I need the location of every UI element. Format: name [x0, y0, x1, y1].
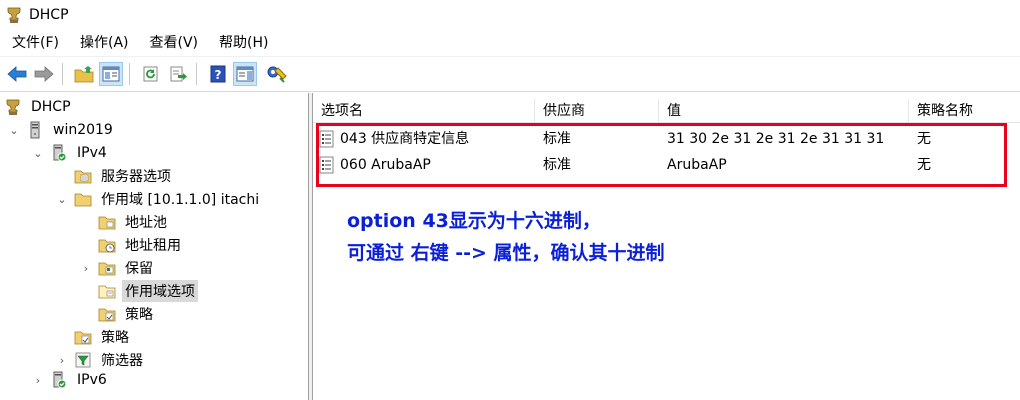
forward-icon — [34, 66, 54, 82]
option-name: 043 供应商特定信息 — [340, 131, 470, 147]
collapse-chevron-icon[interactable]: ⌄ — [8, 124, 20, 137]
tree-label: 地址池 — [125, 215, 167, 231]
up-folder-icon — [74, 66, 94, 83]
tree-label: 作用域 [10.1.1.0] itachi — [101, 192, 260, 208]
toolbar: ? — [0, 56, 1020, 92]
menu-bar: 文件(F) 操作(A) 查看(V) 帮助(H) — [0, 30, 1020, 56]
tree-node-dhcp[interactable]: DHCP — [4, 96, 74, 118]
up-level-button[interactable] — [72, 62, 96, 86]
folder-clock-icon — [98, 239, 116, 253]
option-document-icon — [319, 130, 334, 148]
help-icon: ? — [210, 65, 226, 83]
dhcp-app-icon — [7, 7, 21, 23]
menu-help[interactable]: 帮助(H) — [207, 30, 277, 56]
menu-action[interactable]: 操作(A) — [68, 30, 138, 56]
collapse-chevron-icon[interactable]: ⌄ — [56, 193, 68, 206]
ipv6-server-icon — [53, 371, 67, 389]
column-header-policy[interactable]: 策略名称 — [909, 99, 1020, 123]
tree-node-address-leases[interactable]: 地址租用 — [98, 234, 184, 256]
option-value: ArubaAP — [667, 157, 727, 173]
tree-label: 保留 — [125, 261, 153, 277]
menu-view[interactable]: 查看(V) — [138, 30, 208, 56]
annotation-line-2: 可通过 右键 --> 属性，确认其十进制 — [347, 242, 665, 264]
tree-label: 策略 — [101, 330, 129, 346]
column-header-vendor[interactable]: 供应商 — [535, 99, 659, 123]
tree-node-ipv6[interactable]: › IPv6 — [32, 369, 110, 391]
folder-reservation-icon — [98, 262, 116, 276]
option-name: 060 ArubaAP — [340, 157, 431, 173]
server-icon — [30, 121, 40, 139]
menu-file[interactable]: 文件(F) — [0, 30, 68, 56]
dhcp-trophy-icon — [6, 99, 20, 115]
option-vendor: 标准 — [543, 157, 571, 173]
tree-label: 作用域选项 — [122, 280, 198, 302]
expand-chevron-icon[interactable]: › — [80, 262, 92, 275]
tree-label: 策略 — [125, 307, 153, 323]
folder-pool-icon — [98, 216, 116, 230]
toolbar-separator — [62, 63, 63, 85]
folder-policy-icon — [74, 331, 92, 345]
folder-policy-icon — [98, 308, 116, 322]
forward-button[interactable] — [32, 62, 56, 86]
back-button[interactable] — [5, 62, 29, 86]
refresh-button[interactable] — [139, 62, 163, 86]
tree-label: DHCP — [31, 99, 71, 115]
option-document-icon — [319, 156, 334, 174]
toolbar-separator — [129, 63, 130, 85]
toolbar-separator — [196, 63, 197, 85]
column-header-value[interactable]: 值 — [659, 99, 909, 123]
tree-node-ipv4[interactable]: ⌄ IPv4 — [32, 142, 110, 164]
tree-node-address-pool[interactable]: 地址池 — [98, 211, 170, 233]
refresh-icon — [143, 66, 158, 82]
tree-label: win2019 — [53, 122, 113, 138]
export-list-icon — [170, 66, 187, 82]
collapse-chevron-icon[interactable]: ⌄ — [32, 147, 44, 160]
tree-node-filters[interactable]: › 筛选器 — [56, 349, 146, 371]
console-tree: DHCP ⌄ win2019 ⌄ IPv4 服务器选项 ⌄ 作用域 [10.1.… — [0, 93, 309, 400]
dhcp-action-icon — [267, 66, 287, 83]
ipv4-server-icon — [53, 144, 67, 162]
back-icon — [7, 66, 27, 82]
expand-chevron-icon[interactable]: › — [32, 374, 44, 387]
tree-label: IPv4 — [77, 145, 107, 161]
folder-options-icon — [74, 170, 92, 184]
tree-node-policies[interactable]: 策略 — [74, 326, 132, 348]
help-button[interactable]: ? — [206, 62, 230, 86]
properties-pane-button[interactable] — [233, 62, 257, 86]
tree-node-scope-policies[interactable]: 策略 — [98, 303, 156, 325]
window-title: DHCP — [29, 7, 69, 23]
tree-label: 筛选器 — [101, 353, 143, 369]
list-row[interactable]: 060 ArubaAP 标准 ArubaAP 无 — [313, 152, 1013, 178]
tree-label: 地址租用 — [125, 238, 181, 254]
tree-node-server-options[interactable]: 服务器选项 — [74, 165, 174, 187]
list-row[interactable]: 043 供应商特定信息 标准 31 30 2e 31 2e 31 2e 31 3… — [313, 126, 1013, 152]
option-policy: 无 — [917, 157, 931, 173]
tree-node-server[interactable]: ⌄ win2019 — [8, 119, 116, 141]
tree-node-scope[interactable]: ⌄ 作用域 [10.1.1.0] itachi — [56, 188, 262, 210]
title-bar: DHCP — [0, 0, 1020, 30]
tree-node-reservations[interactable]: › 保留 — [80, 257, 156, 279]
tree-node-scope-options[interactable]: 作用域选项 — [98, 280, 198, 302]
properties-pane-icon — [236, 66, 254, 82]
folder-icon — [74, 193, 92, 207]
expand-chevron-icon[interactable]: › — [56, 354, 68, 367]
show-hide-tree-icon — [102, 66, 120, 82]
option-policy: 无 — [917, 131, 931, 147]
filter-icon — [75, 352, 91, 368]
tree-label: IPv6 — [77, 372, 107, 388]
dhcp-action-button[interactable] — [265, 62, 289, 86]
show-hide-tree-button[interactable] — [99, 62, 123, 86]
list-header: 选项名 供应商 值 策略名称 — [313, 99, 1020, 123]
tree-label: 服务器选项 — [101, 169, 171, 185]
option-vendor: 标准 — [543, 131, 571, 147]
svg-text:?: ? — [215, 68, 222, 82]
option-value: 31 30 2e 31 2e 31 2e 31 31 31 — [667, 131, 885, 147]
folder-options-icon — [98, 285, 116, 299]
column-header-option-name[interactable]: 选项名 — [313, 99, 535, 123]
annotation-line-1: option 43显示为十六进制， — [347, 210, 601, 232]
export-list-button[interactable] — [166, 62, 190, 86]
